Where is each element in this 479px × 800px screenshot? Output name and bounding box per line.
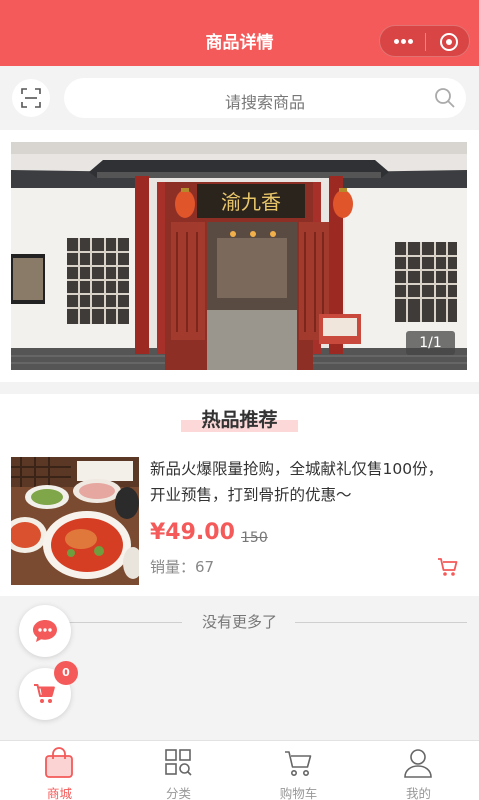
more-icon[interactable] — [394, 39, 414, 45]
scan-icon — [21, 88, 41, 108]
add-to-cart-button[interactable] — [437, 556, 459, 582]
search-input[interactable]: 请搜索商品 — [64, 78, 466, 118]
tab-cart[interactable]: 购物车 — [239, 740, 358, 800]
product-price: ¥49.00 — [150, 520, 235, 545]
product-name[interactable]: 新品火爆限量抢购，全城献礼仅售100份，开业预售，打到骨折的优惠～ — [150, 456, 450, 508]
tab-me[interactable]: 我的 — [359, 740, 478, 800]
tab-label: 分类 — [165, 786, 191, 800]
svg-text:渝九香: 渝九香 — [221, 190, 281, 214]
scan-button[interactable] — [12, 79, 50, 117]
cart-icon — [34, 684, 55, 703]
tab-label: 商城 — [46, 786, 72, 800]
user-icon — [404, 749, 432, 778]
mini-program-capsule — [379, 25, 470, 57]
close-target-icon[interactable] — [440, 33, 458, 51]
tab-shop[interactable]: 商城 — [0, 740, 119, 800]
cart-count-badge: 0 — [54, 661, 78, 685]
tab-label: 我的 — [405, 786, 431, 800]
cart-icon — [438, 558, 458, 576]
tab-label: 购物车 — [279, 786, 318, 800]
search-icon[interactable] — [434, 87, 456, 109]
product-original-price: 150 — [241, 530, 268, 546]
cart-icon — [285, 751, 312, 776]
banner-image[interactable]: 渝九香 — [11, 142, 467, 370]
category-grid-icon — [165, 749, 192, 776]
search-placeholder: 请搜索商品 — [224, 93, 305, 112]
tab-category[interactable]: 分类 — [119, 740, 238, 800]
banner-pager: 1/1 — [406, 331, 455, 355]
shop-bag-icon — [45, 747, 73, 778]
no-more-text: 没有更多了 — [201, 613, 277, 631]
customer-service-button[interactable] — [19, 605, 71, 657]
capsule-divider — [425, 33, 426, 51]
section-title: 热品推荐 — [201, 409, 278, 431]
product-sales: 销量：67 — [150, 558, 215, 576]
product-image[interactable] — [11, 457, 139, 585]
chat-icon — [33, 620, 57, 642]
